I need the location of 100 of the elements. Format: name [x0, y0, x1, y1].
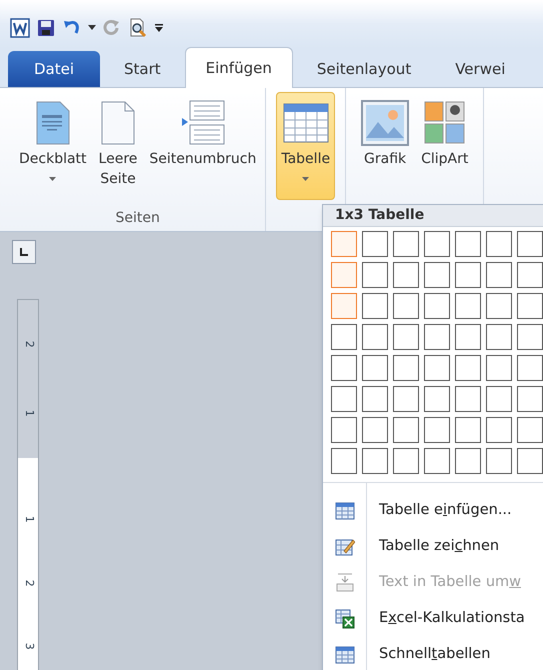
grid-cell[interactable]	[455, 417, 481, 443]
grid-cell[interactable]	[455, 448, 481, 474]
grid-cell[interactable]	[517, 355, 543, 381]
grid-cell[interactable]	[362, 417, 388, 443]
grid-cell[interactable]	[393, 448, 419, 474]
grid-cell[interactable]	[486, 355, 512, 381]
group-label: Seiten	[115, 209, 160, 228]
grid-cell[interactable]	[517, 417, 543, 443]
menu-item[interactable]: Excel-Kalkulationsta	[323, 601, 525, 637]
tab-stop-selector[interactable]	[12, 240, 36, 264]
grid-cell[interactable]	[362, 293, 388, 319]
menu-item[interactable]: Schnelltabellen	[323, 637, 525, 670]
grid-cell[interactable]	[362, 386, 388, 412]
ruler-number: 2	[21, 579, 36, 586]
grid-cell[interactable]	[424, 231, 450, 257]
button-label: Grafik	[364, 150, 406, 169]
grid-cell[interactable]	[424, 262, 450, 288]
table-icon	[335, 646, 355, 664]
button-label: Seitenumbruch	[149, 150, 256, 169]
convert-text-icon	[336, 573, 354, 593]
button-label: Leere	[98, 150, 138, 169]
button-label: Tabelle	[281, 150, 330, 169]
grid-cell[interactable]	[517, 293, 543, 319]
grid-cell[interactable]	[331, 262, 357, 288]
grid-cell[interactable]	[455, 231, 481, 257]
ruler-number: 1	[21, 410, 36, 417]
grid-cell[interactable]	[455, 262, 481, 288]
grid-cell[interactable]	[362, 262, 388, 288]
grid-cell[interactable]	[424, 324, 450, 350]
cover-page-icon	[36, 101, 70, 145]
grid-cell[interactable]	[486, 231, 512, 257]
caret-icon[interactable]	[88, 25, 96, 31]
word-logo-icon[interactable]	[10, 18, 30, 38]
left-tab-icon	[20, 248, 28, 256]
grid-cell[interactable]	[486, 324, 512, 350]
grid-cell[interactable]	[331, 293, 357, 319]
grid-cell[interactable]	[517, 448, 543, 474]
grid-cell[interactable]	[393, 262, 419, 288]
ribbon-tab[interactable]: Einfügen	[184, 47, 293, 88]
grid-cell[interactable]	[486, 448, 512, 474]
grid-cell[interactable]	[486, 417, 512, 443]
picture-icon	[361, 100, 410, 146]
grid-cell[interactable]	[455, 324, 481, 350]
grid-cell[interactable]	[486, 386, 512, 412]
print-preview-icon[interactable]	[128, 18, 148, 38]
ribbon-tab[interactable]: Start	[104, 51, 181, 87]
grid-cell[interactable]	[424, 293, 450, 319]
menu-item[interactable]: Tabelle einfügen...	[323, 493, 525, 529]
save-icon[interactable]	[36, 18, 56, 38]
ruler-number: 1	[21, 516, 36, 524]
grid-cell[interactable]	[424, 417, 450, 443]
ribbon-button[interactable]: Seitenumbruch	[144, 92, 262, 200]
grid-cell[interactable]	[486, 262, 512, 288]
grid-cell[interactable]	[455, 355, 481, 381]
grid-cell[interactable]	[331, 324, 357, 350]
grid-cell[interactable]	[517, 324, 543, 350]
grid-cell[interactable]	[362, 355, 388, 381]
clipart-icon	[424, 101, 466, 145]
button-label: Deckblatt	[19, 150, 87, 169]
grid-cell[interactable]	[393, 386, 419, 412]
menu-header: 1x3 Tabelle	[323, 205, 543, 227]
blank-page-icon	[100, 101, 135, 145]
grid-cell[interactable]	[393, 231, 419, 257]
customize-icon[interactable]	[154, 23, 164, 33]
draw-table-icon	[335, 537, 355, 557]
ribbon-tab[interactable]: Verwei	[435, 51, 526, 87]
grid-cell[interactable]	[393, 324, 419, 350]
ribbon-tab[interactable]: Seitenlayout	[296, 51, 432, 87]
button-label: ClipArt	[421, 150, 468, 169]
grid-cell[interactable]	[393, 417, 419, 443]
grid-cell[interactable]	[393, 293, 419, 319]
ribbon-button[interactable]: Leere Seite	[94, 92, 142, 200]
grid-cell[interactable]	[331, 448, 357, 474]
grid-cell[interactable]	[517, 262, 543, 288]
grid-cell[interactable]	[517, 386, 543, 412]
file-tab[interactable]: Datei	[8, 51, 100, 87]
grid-cell[interactable]	[455, 293, 481, 319]
ruler-number: 3	[21, 642, 36, 650]
grid-cell[interactable]	[517, 231, 543, 257]
ribbon-button[interactable]: ClipArt	[416, 92, 474, 200]
grid-cell[interactable]	[486, 293, 512, 319]
ribbon-button[interactable]: Deckblatt	[14, 92, 92, 200]
grid-cell[interactable]	[362, 448, 388, 474]
menu-item[interactable]: Tabelle zeichnen	[323, 529, 525, 565]
grid-cell[interactable]	[424, 386, 450, 412]
grid-cell[interactable]	[362, 324, 388, 350]
ribbon-button[interactable]: Grafik	[356, 92, 414, 200]
grid-cell[interactable]	[331, 386, 357, 412]
grid-cell[interactable]	[393, 355, 419, 381]
grid-cell[interactable]	[424, 448, 450, 474]
grid-cell[interactable]	[362, 231, 388, 257]
grid-cell[interactable]	[455, 386, 481, 412]
ribbon-button[interactable]: Tabelle	[276, 92, 336, 200]
grid-cell[interactable]	[331, 355, 357, 381]
ruler-number: 2	[21, 341, 36, 348]
grid-cell[interactable]	[424, 355, 450, 381]
grid-cell[interactable]	[331, 231, 357, 257]
table-icon	[335, 502, 355, 520]
grid-cell[interactable]	[331, 417, 357, 443]
button-label: Seite	[100, 170, 136, 189]
